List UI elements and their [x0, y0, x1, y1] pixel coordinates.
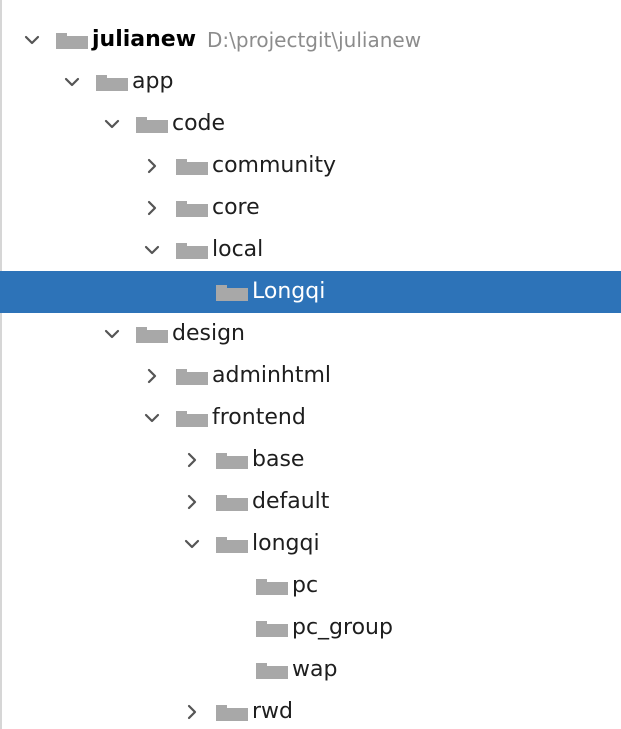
folder-icon: [136, 117, 168, 133]
tree-node-longqi-local[interactable]: Longqi: [0, 271, 621, 313]
tree-node-pc_group[interactable]: pc_group: [0, 607, 621, 649]
folder-icon: [216, 705, 248, 721]
tree-node-wap[interactable]: wap: [0, 649, 621, 691]
root-path: D:\projectgit\julianew: [207, 28, 422, 52]
tree-node-core[interactable]: core: [0, 187, 621, 229]
chevron-right-icon[interactable]: [140, 364, 164, 388]
chevron-down-icon[interactable]: [60, 70, 84, 94]
tree-root-row[interactable]: julianew D:\projectgit\julianew: [0, 19, 621, 61]
tree-node-pc[interactable]: pc: [0, 565, 621, 607]
tree-node-app[interactable]: app: [0, 61, 621, 103]
tree-node-label: pc: [292, 573, 319, 598]
folder-icon: [96, 75, 128, 91]
tree-node-longqi-theme[interactable]: longqi: [0, 523, 621, 565]
tree-node-label: wap: [292, 657, 338, 682]
chevron-down-icon[interactable]: [100, 112, 124, 136]
chevron-down-icon[interactable]: [20, 28, 44, 52]
chevron-right-icon[interactable]: [180, 490, 204, 514]
folder-icon: [216, 453, 248, 469]
tree-node-label: longqi: [252, 531, 320, 556]
folder-icon: [136, 327, 168, 343]
chevron-right-icon[interactable]: [180, 448, 204, 472]
chevron-right-icon[interactable]: [140, 196, 164, 220]
chevron-down-icon[interactable]: [140, 238, 164, 262]
project-tree: julianew D:\projectgit\julianew app code com…: [0, 0, 621, 729]
tree-node-frontend[interactable]: frontend: [0, 397, 621, 439]
tree-node-label: community: [212, 153, 337, 178]
tree-node-label: Longqi: [252, 279, 326, 304]
root-label: julianew: [92, 27, 197, 52]
tree-node-adminhtml[interactable]: adminhtml: [0, 355, 621, 397]
tree-node-label: local: [212, 237, 264, 262]
folder-icon: [176, 159, 208, 175]
tree-node-label: rwd: [252, 699, 294, 724]
folder-icon: [176, 411, 208, 427]
tree-node-community[interactable]: community: [0, 145, 621, 187]
folder-icon: [56, 33, 88, 49]
tree-node-default[interactable]: default: [0, 481, 621, 523]
tree-node-code[interactable]: code: [0, 103, 621, 145]
folder-icon: [176, 243, 208, 259]
folder-icon: [256, 663, 288, 679]
chevron-down-icon[interactable]: [140, 406, 164, 430]
chevron-right-icon[interactable]: [180, 700, 204, 724]
tree-node-label: design: [172, 321, 245, 346]
folder-icon: [256, 621, 288, 637]
tree-node-label: adminhtml: [212, 363, 332, 388]
folder-icon: [256, 579, 288, 595]
tree-node-local[interactable]: local: [0, 229, 621, 271]
chevron-down-icon[interactable]: [180, 532, 204, 556]
tree-node-label: default: [252, 489, 330, 514]
chevron-down-icon[interactable]: [100, 322, 124, 346]
tree-node-label: code: [172, 111, 226, 136]
folder-icon: [216, 537, 248, 553]
tree-node-base[interactable]: base: [0, 439, 621, 481]
tree-node-label: app: [132, 69, 174, 94]
tree-node-label: frontend: [212, 405, 306, 430]
folder-icon: [176, 369, 208, 385]
tree-node-label: core: [212, 195, 260, 220]
tree-node-label: pc_group: [292, 615, 393, 640]
folder-icon: [216, 285, 248, 301]
folder-icon: [176, 201, 208, 217]
tree-node-rwd[interactable]: rwd: [0, 691, 621, 729]
chevron-right-icon[interactable]: [140, 154, 164, 178]
folder-icon: [216, 495, 248, 511]
tree-node-design[interactable]: design: [0, 313, 621, 355]
tree-node-label: base: [252, 447, 305, 472]
